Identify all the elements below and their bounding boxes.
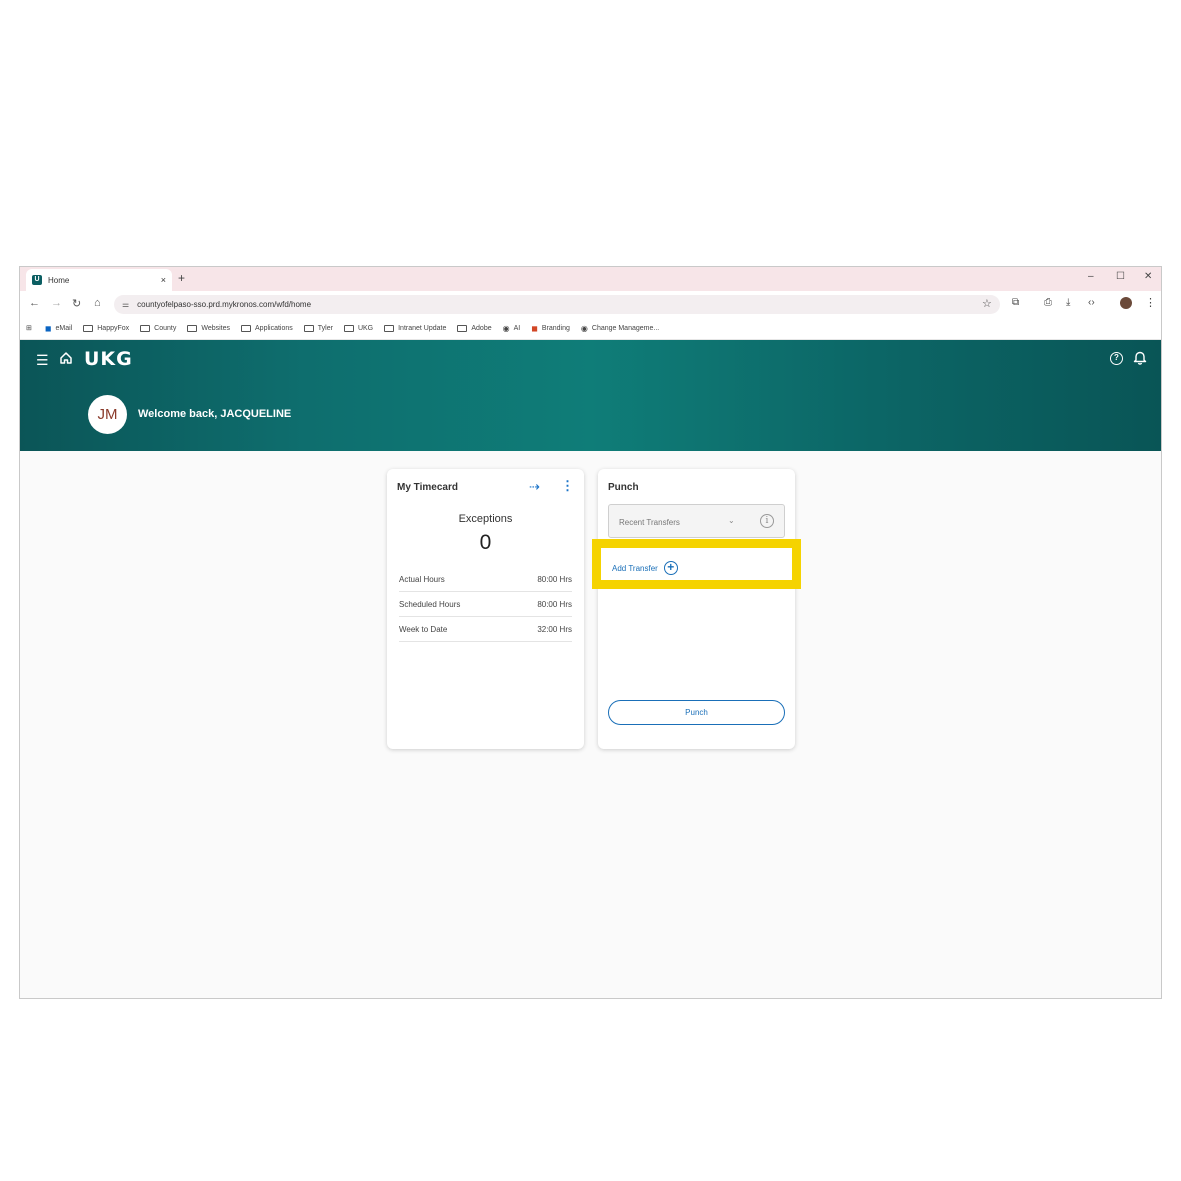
browser-menu-icon[interactable]: ⋮ [1145,296,1156,309]
address-bar-row: ← → ↻ ⌂ ⚌ countyofelpaso-sso.prd.mykrono… [20,291,1161,317]
apps-grid-icon[interactable]: ⊞ [26,324,32,332]
row-label: Scheduled Hours [399,599,461,609]
browser-home-icon[interactable]: ⌂ [94,297,101,309]
exceptions-label: Exceptions [458,513,513,525]
bookmark-ai[interactable]: ◉ AI [503,324,521,333]
new-tab-button[interactable]: + [178,271,185,285]
row-label: Actual Hours [399,574,445,584]
open-timecard-arrow-icon[interactable]: ⇢ [529,479,540,495]
bookmark-branding[interactable]: ◼ Branding [531,324,570,333]
my-timecard-tile: My Timecard ⇢ ⋮ Exceptions 0 Actual Hour… [387,469,584,749]
bookmark-star-icon[interactable]: ☆ [982,297,992,310]
chevron-down-icon: ⌄ [728,516,735,525]
punch-button[interactable]: Punch [608,700,785,725]
recent-transfers-placeholder: Recent Transfers [619,518,680,527]
profile-avatar[interactable] [1120,297,1132,309]
row-value: 80:00 Hrs [537,574,572,584]
row-value: 32:00 Hrs [537,624,572,634]
bookmark-websites[interactable]: Websites [187,324,230,332]
row-value: 80:00 Hrs [537,599,572,609]
browser-tab-home[interactable]: U Home × [26,269,172,291]
download-icon[interactable]: ⤓ [1066,297,1070,308]
outlook-icon: ◼ [44,323,52,333]
folder-icon [83,324,94,332]
bookmark-county[interactable]: County [140,324,176,332]
bookmark-ukg[interactable]: UKG [343,324,373,332]
add-transfer-button[interactable]: Add Transfer + [612,561,678,575]
globe-icon: ◉ [580,323,588,333]
hamburger-menu-icon[interactable]: ☰ [36,352,49,369]
exceptions-count[interactable]: 0 [387,531,584,555]
tab-strip: U Home × + – ☐ ✕ [20,267,1161,291]
punch-title: Punch [608,482,639,493]
timecard-more-options-icon[interactable]: ⋮ [561,478,574,494]
tab-close-icon[interactable]: × [161,275,166,285]
print-icon[interactable]: ⎙ [1044,297,1052,308]
minimize-button[interactable]: – [1088,271,1094,282]
site-settings-icon[interactable]: ⚌ [122,300,129,309]
timecard-row: Week to Date 32:00 Hrs [399,617,572,642]
folder-icon [343,324,354,332]
folder-icon [241,324,252,332]
notification-bell-icon[interactable] [1133,350,1147,370]
bookmark-change-management[interactable]: ◉ Change Manageme... [581,324,659,333]
timecard-row: Scheduled Hours 80:00 Hrs [399,592,572,617]
timecard-title: My Timecard [397,482,458,493]
bookmark-applications[interactable]: Applications [241,324,293,332]
devtools-icon[interactable]: ‹› [1088,297,1095,308]
folder-icon [384,324,395,332]
ukg-favicon-icon: U [32,275,42,285]
forward-arrow-icon[interactable]: → [51,297,62,309]
url-bar[interactable]: ⚌ countyofelpaso-sso.prd.mykronos.com/wf… [114,295,1000,314]
maximize-button[interactable]: ☐ [1116,271,1125,282]
folder-icon [303,324,314,332]
folder-icon [457,324,468,332]
office-icon: ◼ [531,323,538,333]
timecard-row: Actual Hours 80:00 Hrs [399,567,572,592]
recent-transfers-select[interactable]: Recent Transfers ⌄ i [608,504,785,538]
tab-title: Home [48,275,70,285]
bookmark-email[interactable]: ◼ eMail [45,324,72,333]
close-window-button[interactable]: ✕ [1144,271,1152,282]
folder-icon [140,324,151,332]
welcome-message: Welcome back, JACQUELINE [138,408,292,420]
punch-tile: Punch Recent Transfers ⌄ i Add Transfer … [592,469,801,749]
bookmark-tyler[interactable]: Tyler [303,324,333,332]
bookmark-adobe[interactable]: Adobe [457,324,492,332]
ukg-logo[interactable]: UKG [84,348,133,370]
bookmark-intranet-update[interactable]: Intranet Update [384,324,446,332]
help-icon[interactable]: ? [1110,352,1123,365]
globe-icon: ◉ [502,323,510,333]
extensions-icon[interactable]: ⧉ [1012,297,1019,308]
plus-circle-icon: + [663,561,678,575]
bookmark-happyfox[interactable]: HappyFox [83,324,129,332]
url-text: countyofelpaso-sso.prd.mykronos.com/wfd/… [137,300,312,309]
user-avatar[interactable]: JM [88,395,127,434]
browser-window: U Home × + – ☐ ✕ ← → ↻ ⌂ ⚌ countyofelpas… [19,266,1162,999]
ukg-header: ☰ UKG ? JM Welcome back, JACQUELINE [20,340,1161,451]
row-label: Week to Date [399,624,448,634]
highlight-box: Add Transfer + [592,539,801,589]
add-transfer-label: Add Transfer [612,563,658,573]
reload-icon[interactable]: ↻ [72,297,81,310]
bookmarks-bar: ⊞ ◼ eMail HappyFox County Websites Applic… [20,317,1161,340]
info-icon[interactable]: i [760,514,774,528]
folder-icon [187,324,198,332]
back-arrow-icon[interactable]: ← [29,297,40,309]
home-icon[interactable] [59,351,73,370]
